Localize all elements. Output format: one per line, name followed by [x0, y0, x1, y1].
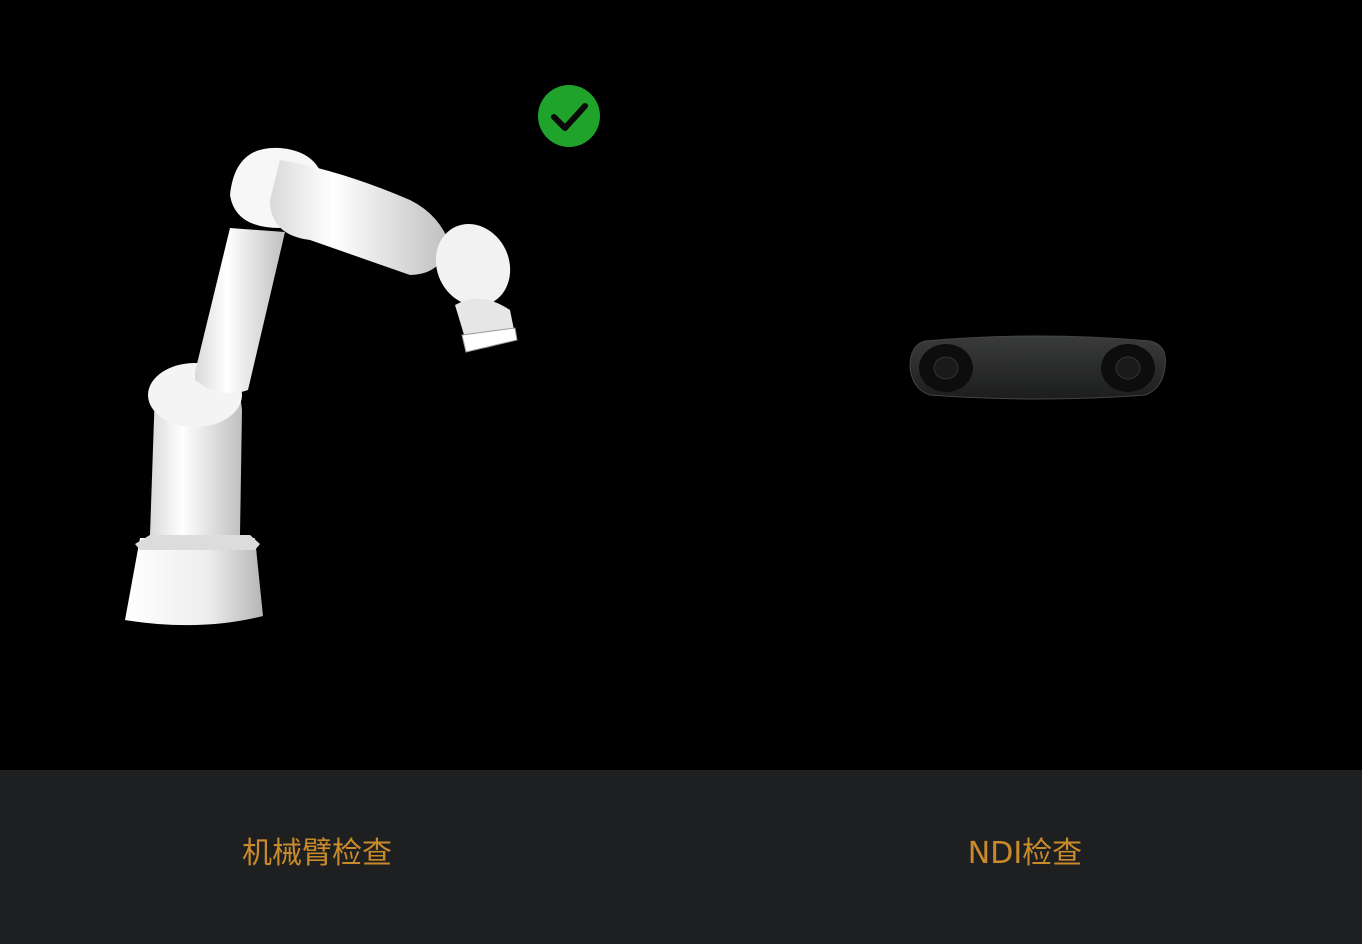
- ndi-tracker-camera-icon: [909, 335, 1166, 400]
- check-circle-icon: [538, 85, 600, 147]
- robot-arm-icon: [125, 147, 518, 626]
- ndi-check-label[interactable]: NDI检查: [875, 832, 1175, 876]
- preview-stage: [0, 0, 1362, 770]
- robot-arm-check-label[interactable]: 机械臂检查: [167, 832, 467, 876]
